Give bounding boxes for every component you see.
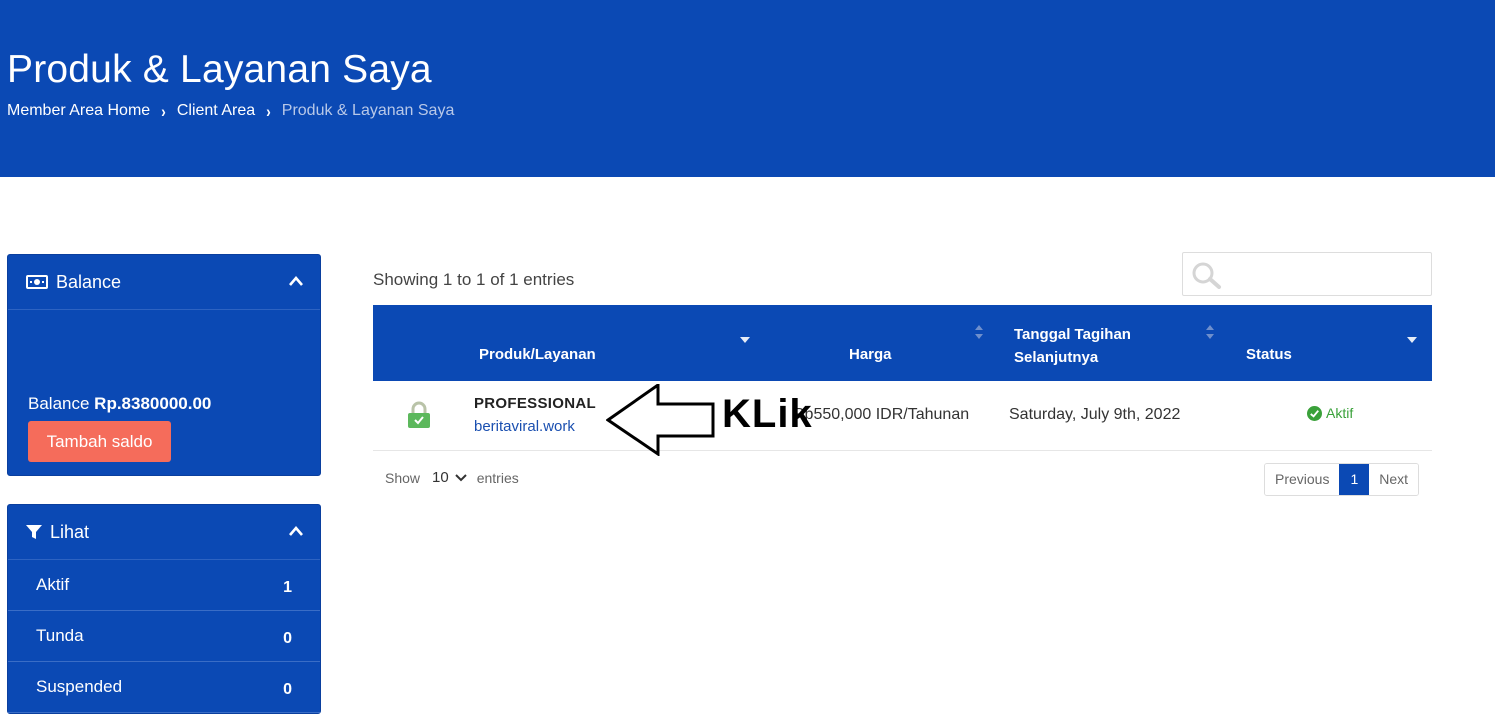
filter-item-label: Suspended bbox=[36, 677, 123, 696]
table-header: Produk/Layanan Harga Tanggal Tagihan Sel… bbox=[373, 305, 1432, 381]
column-header-status[interactable]: Status bbox=[1246, 346, 1292, 363]
page-size-select[interactable]: 10 bbox=[432, 469, 467, 486]
pagination-previous[interactable]: Previous bbox=[1265, 464, 1340, 495]
filter-icon bbox=[26, 524, 42, 540]
filter-panel: Lihat Aktif 1 Tunda 0 Suspended 0 bbox=[7, 504, 321, 714]
filter-item-count: 0 bbox=[283, 681, 292, 698]
next-due-date: Saturday, July 9th, 2022 bbox=[1009, 406, 1181, 423]
product-name: PROFESSIONAL bbox=[474, 395, 596, 412]
balance-label: Balance bbox=[28, 394, 90, 413]
filter-item-aktif[interactable]: Aktif 1 bbox=[8, 560, 320, 611]
table-row[interactable]: PROFESSIONAL beritaviral.work Rp550,000 … bbox=[373, 381, 1432, 451]
search-input[interactable] bbox=[1227, 259, 1422, 289]
column-header-tanggal-line1: Tanggal Tagihan bbox=[1014, 326, 1131, 343]
page-size-value: 10 bbox=[432, 469, 449, 486]
entries-label: entries bbox=[476, 469, 519, 486]
filter-item-label: Tunda bbox=[36, 626, 84, 645]
sort-both-icon[interactable] bbox=[1205, 324, 1215, 344]
status-label: Aktif bbox=[1326, 405, 1354, 421]
filter-item-suspended[interactable]: Suspended 0 bbox=[8, 662, 320, 713]
page-title: Produk & Layanan Saya bbox=[7, 48, 432, 91]
column-header-harga[interactable]: Harga bbox=[849, 346, 892, 363]
filter-panel-heading[interactable]: Lihat bbox=[8, 505, 320, 560]
product-domain[interactable]: beritaviral.work bbox=[474, 418, 575, 434]
balance-body: Balance Rp.8380000.00 Tambah saldo bbox=[8, 310, 320, 476]
balance-panel-title: Balance bbox=[56, 271, 122, 292]
balance-amount: Rp.8380000.00 bbox=[94, 394, 212, 413]
filter-panel-title: Lihat bbox=[50, 521, 90, 542]
breadcrumb-member-area-home[interactable]: Member Area Home bbox=[7, 102, 150, 120]
chevron-up-icon[interactable] bbox=[288, 521, 304, 542]
showing-entries-text: Showing 1 to 1 of 1 entries bbox=[373, 270, 575, 289]
balance-panel: Balance Balance Rp.8380000.00 Tambah sal… bbox=[7, 254, 321, 476]
filter-item-tunda[interactable]: Tunda 0 bbox=[8, 611, 320, 662]
sort-both-icon[interactable] bbox=[974, 324, 984, 344]
balance-panel-heading[interactable]: Balance bbox=[8, 255, 320, 310]
tambah-saldo-button[interactable]: Tambah saldo bbox=[28, 421, 171, 462]
chevron-right-icon: › bbox=[266, 101, 271, 121]
page-header: Produk & Layanan Saya Member Area Home ›… bbox=[0, 0, 1495, 177]
pagination: Previous 1 Next bbox=[1264, 463, 1420, 496]
chevron-right-icon: › bbox=[161, 101, 166, 121]
annotation-text: KLik bbox=[722, 392, 813, 436]
money-icon bbox=[26, 275, 48, 289]
search-icon bbox=[1191, 261, 1225, 294]
column-header-produk[interactable]: Produk/Layanan bbox=[479, 346, 596, 363]
show-entries: Show 10 entries bbox=[385, 469, 519, 486]
pagination-next[interactable]: Next bbox=[1369, 464, 1419, 495]
annotation-arrow-icon bbox=[606, 384, 715, 456]
sort-desc-icon[interactable] bbox=[739, 331, 751, 348]
chevron-down-icon bbox=[455, 473, 467, 481]
product-price: Rp550,000 IDR/Tahunan bbox=[793, 406, 970, 423]
lock-icon bbox=[407, 401, 431, 434]
show-label: Show bbox=[385, 469, 421, 486]
balance-text: Balance Rp.8380000.00 bbox=[28, 394, 211, 414]
breadcrumb-client-area[interactable]: Client Area bbox=[177, 102, 255, 120]
breadcrumb-current: Produk & Layanan Saya bbox=[281, 102, 455, 119]
column-header-tanggal[interactable]: Tanggal Tagihan Selanjutnya bbox=[1014, 323, 1131, 369]
status-badge: Aktif bbox=[1307, 405, 1353, 421]
table-search[interactable] bbox=[1182, 252, 1432, 296]
column-header-tanggal-line2: Selanjutnya bbox=[1014, 349, 1099, 366]
chevron-up-icon[interactable] bbox=[288, 271, 304, 292]
breadcrumb: Member Area Home › Client Area › Produk … bbox=[7, 101, 455, 121]
check-circle-icon bbox=[1307, 405, 1322, 421]
filter-item-label: Aktif bbox=[36, 575, 70, 594]
filter-item-count: 1 bbox=[283, 579, 292, 596]
filter-item-count: 0 bbox=[283, 630, 292, 647]
sort-desc-icon[interactable] bbox=[1406, 331, 1418, 348]
pagination-page-1[interactable]: 1 bbox=[1339, 464, 1370, 495]
